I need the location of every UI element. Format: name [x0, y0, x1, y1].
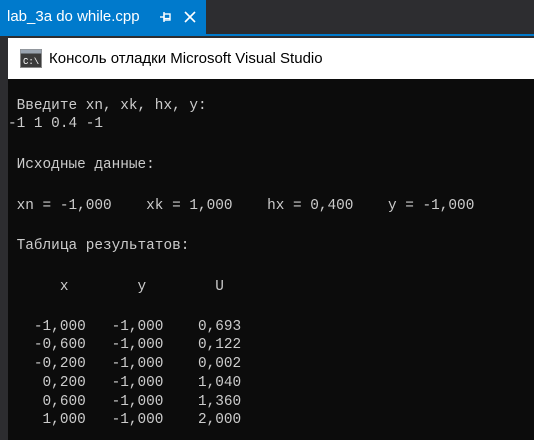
table-row: 0,600 -1,000 1,360	[8, 394, 242, 410]
table-row: -0,200 -1,000 0,002	[8, 356, 242, 372]
close-icon[interactable]	[183, 10, 197, 24]
table-row: 0,200 -1,000 1,040	[8, 375, 242, 391]
table-row: 1,000 -1,000 2,000	[8, 412, 242, 428]
source-header: Исходные данные:	[8, 157, 155, 173]
params-line: xn = -1,000 xk = 1,000 hx = 0,400 y = -1…	[8, 198, 475, 214]
table-title: Таблица результатов:	[8, 238, 190, 254]
tab-title: lab_3a do while.cpp	[7, 8, 140, 25]
svg-text:C:\: C:\	[23, 57, 39, 67]
prompt-line: Введите xn, xk, hx, y:	[8, 98, 207, 114]
input-line: -1 1 0.4 -1	[8, 116, 103, 132]
console-output[interactable]: Введите xn, xk, hx, y: -1 1 0.4 -1 Исход…	[8, 79, 534, 440]
pin-icon[interactable]	[159, 10, 173, 24]
window-title: Консоль отладки Microsoft Visual Studio	[49, 50, 323, 67]
table-header: x y U	[8, 279, 224, 295]
console-titlebar[interactable]: C:\ Консоль отладки Microsoft Visual Stu…	[8, 38, 534, 79]
table-row: -0,600 -1,000 0,122	[8, 337, 242, 353]
table-row: -1,000 -1,000 0,693	[8, 319, 242, 335]
tab-lab-3a-do-while[interactable]: lab_3a do while.cpp	[0, 0, 206, 34]
console-app-icon: C:\	[20, 49, 42, 68]
debug-console-window: C:\ Консоль отладки Microsoft Visual Stu…	[8, 38, 534, 440]
document-tab-strip: lab_3a do while.cpp	[0, 0, 534, 36]
